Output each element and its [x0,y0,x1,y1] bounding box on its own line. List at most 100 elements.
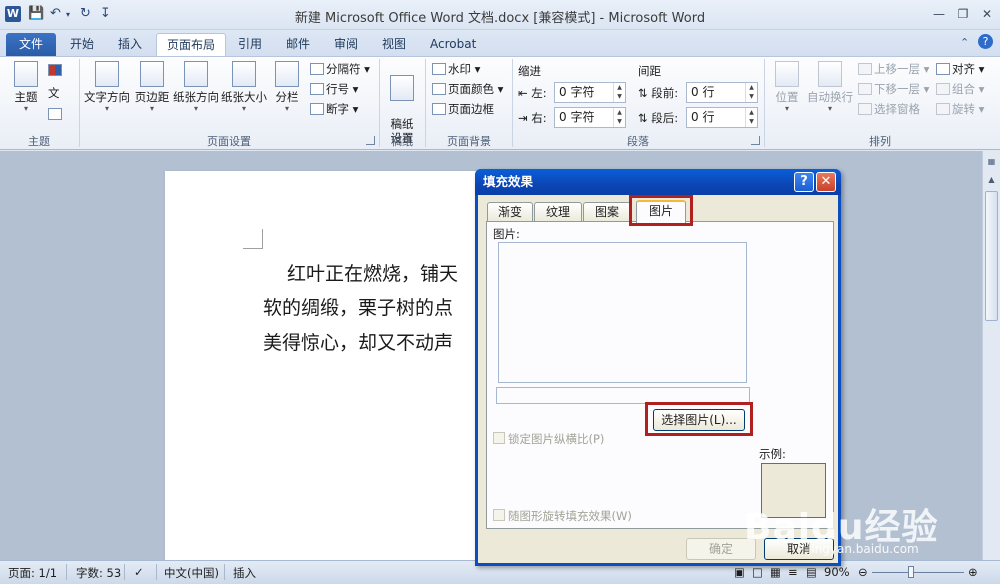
align-button[interactable]: 对齐 ▾ [936,61,984,77]
zoom-in-icon[interactable]: ⊕ [968,565,978,579]
zoom-slider[interactable] [872,572,964,573]
group-button[interactable]: 组合 ▾ [936,81,984,97]
dialog-close-icon[interactable]: ✕ [816,172,836,192]
language-indicator[interactable]: 中文(中国) [164,565,219,581]
rotate-with-shape-label: 随图形旋转填充效果(W) [508,509,632,523]
line-numbers-button[interactable]: 行号 ▾ [310,81,358,97]
draft-view-icon[interactable]: ▤ [806,565,817,579]
size-icon [232,61,256,87]
zoom-slider-thumb[interactable] [908,566,914,578]
text-boundary-corner [243,229,263,249]
tab-home[interactable]: 开始 [60,33,104,56]
tab-insert[interactable]: 插入 [108,33,152,56]
position-button[interactable]: 位置 ▾ [770,61,804,113]
document-line[interactable]: 红叶正在燃烧，铺天 [287,259,458,286]
spacing-after-spinner-icon[interactable]: ▲ ▼ [745,108,757,127]
group-label-paragraph: 段落 [627,135,649,148]
minimize-icon[interactable]: — [928,5,950,23]
tab-mailings[interactable]: 邮件 [276,33,320,56]
document-line[interactable]: 美得惊心，却又不动声 [263,328,453,355]
themes-button[interactable]: 主题 ▾ [8,61,44,113]
close-window-icon[interactable]: ✕ [976,5,998,23]
group-label-page-background: 页面背景 [447,135,491,148]
watermark-url: jingyan.baidu.com [808,542,919,556]
indent-right-input[interactable]: 0 字符 ▲ ▼ [554,107,626,128]
lock-aspect-label: 锁定图片纵横比(P) [508,432,605,446]
print-layout-view-icon[interactable]: ▣ [734,565,745,579]
full-screen-view-icon[interactable]: □ [752,565,763,579]
tab-page-layout[interactable]: 页面布局 [156,33,227,56]
spacing-after-label: ⇅ 段后: [638,111,679,125]
selection-pane-button[interactable]: 选择窗格 [858,101,920,117]
text-direction-icon [95,61,119,87]
tab-review[interactable]: 审阅 [324,33,368,56]
minimize-ribbon-icon[interactable]: ⌃ [960,36,969,49]
draft-paper-icon [390,75,414,101]
indent-left-input[interactable]: 0 字符 ▲ ▼ [554,82,626,103]
document-line[interactable]: 软的绸缎，栗子树的点 [263,293,453,320]
indent-left-spinner-icon[interactable]: ▲ ▼ [613,83,625,102]
rotate-button[interactable]: 旋转 ▾ [936,101,984,117]
position-icon [775,61,799,87]
hyphenation-button[interactable]: 断字 ▾ [310,101,358,117]
themes-icon [14,61,38,87]
picture-label: 图片: [493,227,520,241]
watermark-button[interactable]: 水印 ▾ [432,61,480,77]
indent-right-icon: ⇥ [518,111,528,125]
theme-fonts-button[interactable]: 文 [48,85,60,101]
page-setup-launcher-icon[interactable] [366,136,375,145]
proofing-icon[interactable]: ✓ [134,565,144,579]
scrollbar-thumb[interactable] [985,191,998,321]
ribbon-tabs: 文件 开始 插入 页面布局 引用 邮件 审阅 视图 Acrobat ⌃ ? [0,30,1000,56]
size-button[interactable]: 纸张大小 ▾ [220,61,268,113]
page-color-button[interactable]: 页面颜色 ▾ [432,81,503,97]
page-count[interactable]: 页面: 1/1 [8,565,57,581]
insert-mode-indicator[interactable]: 插入 [233,565,256,581]
zoom-out-icon[interactable]: ⊖ [858,565,868,579]
tab-references[interactable]: 引用 [228,33,272,56]
theme-colors-button[interactable] [48,63,64,77]
word-count[interactable]: 字数: 53 [76,565,121,581]
tab-file[interactable]: 文件 [6,33,56,56]
dialog-help-icon[interactable]: ? [794,172,814,192]
ruler-toggle-icon[interactable]: ▦ [985,155,998,168]
selection-pane-icon [858,103,872,115]
tab-pattern[interactable]: 图案 [583,202,631,222]
bring-forward-icon [858,63,872,75]
tab-texture[interactable]: 纹理 [534,202,582,222]
spacing-after-input[interactable]: 0 行 ▲ ▼ [686,107,758,128]
spacing-after-icon: ⇅ [638,111,648,125]
zoom-level[interactable]: 90% [824,565,850,579]
spacing-before-input[interactable]: 0 行 ▲ ▼ [686,82,758,103]
tab-view[interactable]: 视图 [372,33,416,56]
wrap-text-icon [818,61,842,87]
send-backward-button[interactable]: 下移一层 ▾ [858,81,929,97]
orientation-button[interactable]: 纸张方向 ▾ [172,61,220,113]
rotate-with-shape-checkbox[interactable] [493,509,505,521]
margins-icon [140,61,164,87]
indent-right-spinner-icon[interactable]: ▲ ▼ [613,108,625,127]
wrap-text-button[interactable]: 自动换行 ▾ [806,61,854,113]
indent-right-label: ⇥ 右: [518,111,547,125]
spacing-before-spinner-icon[interactable]: ▲ ▼ [745,83,757,102]
theme-effects-button[interactable] [48,107,64,121]
web-layout-view-icon[interactable]: ▦ [770,565,781,579]
columns-button[interactable]: 分栏 ▾ [270,61,304,113]
lock-aspect-checkbox[interactable] [493,432,505,444]
outline-view-icon[interactable]: ≡ [788,565,798,579]
breaks-button[interactable]: 分隔符 ▾ [310,61,370,77]
help-icon[interactable]: ? [978,34,993,49]
text-direction-button[interactable]: 文字方向 ▾ [82,61,132,113]
page-borders-button[interactable]: 页面边框 [432,101,494,117]
margins-button[interactable]: 页边距 ▾ [132,61,172,113]
scroll-up-icon[interactable]: ▲ [985,173,998,186]
tab-acrobat[interactable]: Acrobat [420,33,486,56]
bring-forward-button[interactable]: 上移一层 ▾ [858,61,929,77]
group-label-theme: 主题 [28,135,50,148]
paragraph-launcher-icon[interactable] [751,136,760,145]
dialog-title-bar[interactable]: 填充效果 [475,169,841,195]
group-label-arrange: 排列 [869,135,891,148]
restore-icon[interactable]: ❐ [952,5,974,23]
tab-gradient[interactable]: 渐变 [487,202,533,222]
rotate-icon [936,103,950,115]
